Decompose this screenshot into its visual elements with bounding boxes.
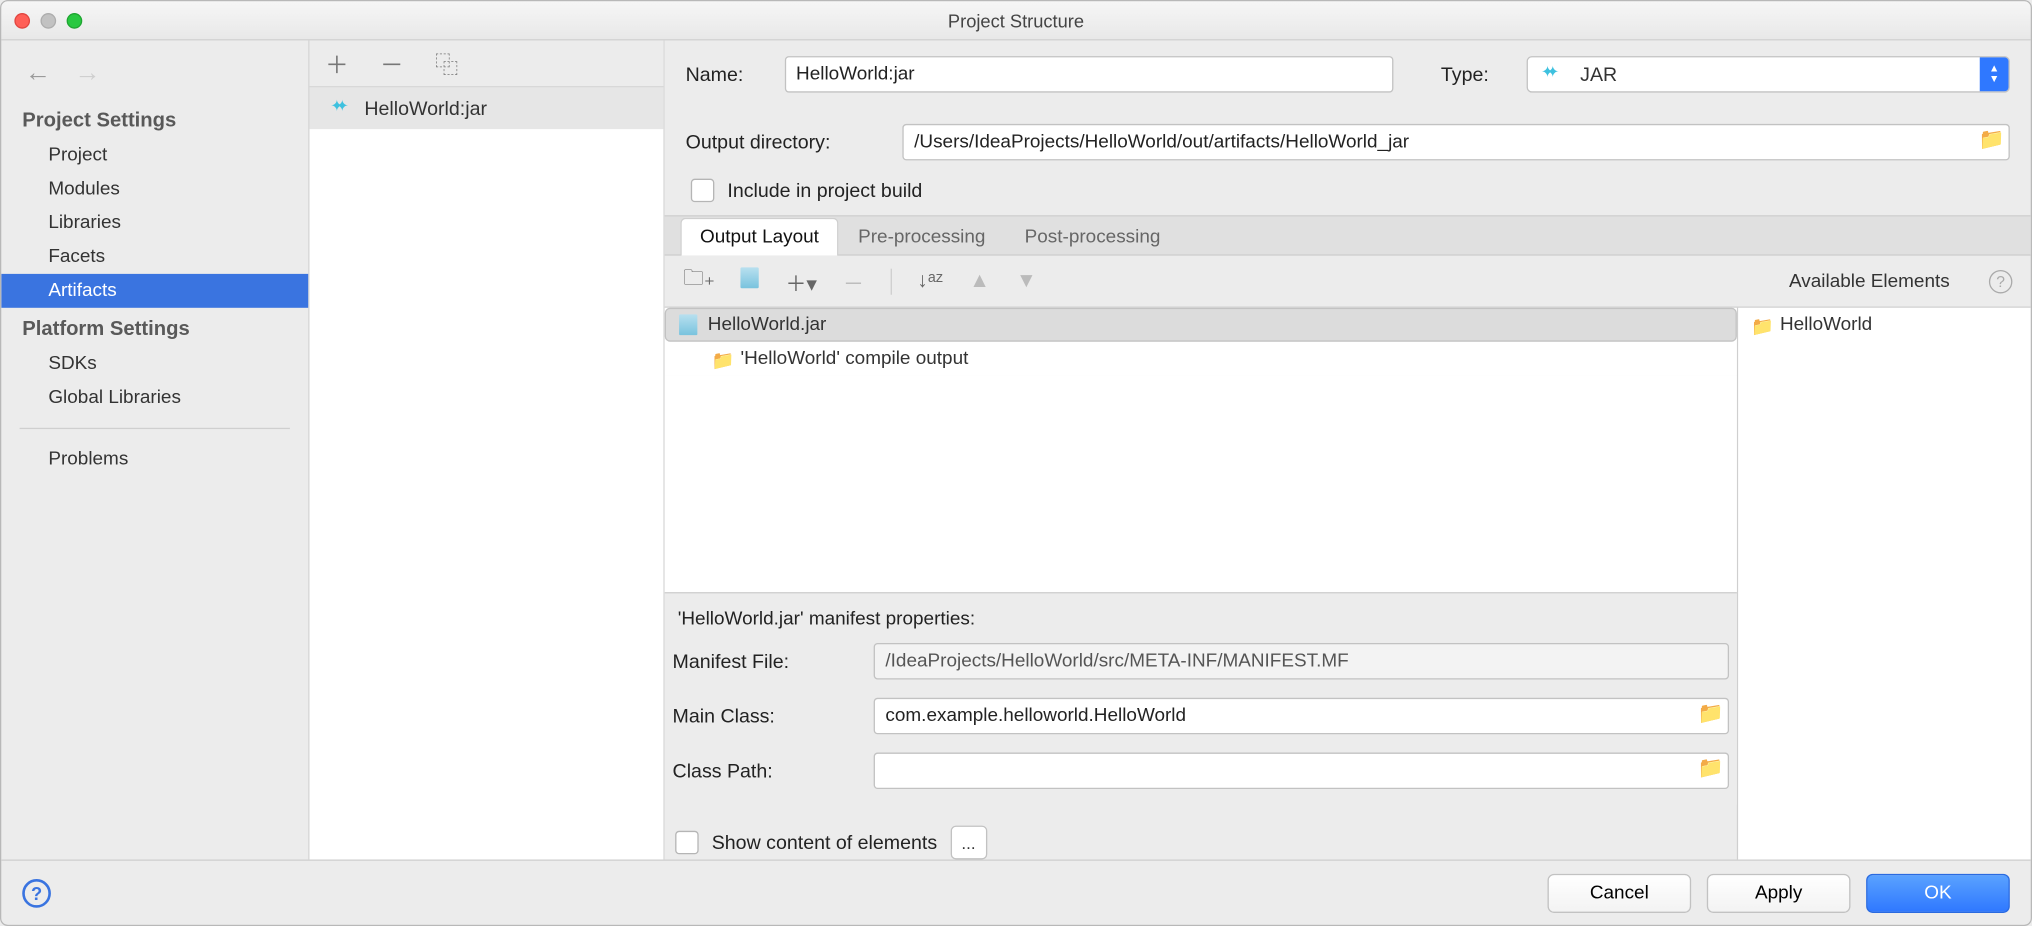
available-elements-label: Available Elements: [1789, 271, 1950, 292]
artifact-list-item-label: HelloWorld:jar: [364, 97, 487, 119]
maximize-window-icon[interactable]: [67, 12, 83, 28]
manifest-file-input[interactable]: [874, 643, 1729, 680]
show-content-label: Show content of elements: [712, 831, 937, 853]
tab-post-processing[interactable]: Post-processing: [1005, 218, 1180, 256]
type-value: JAR: [1580, 63, 1617, 85]
class-path-label: Class Path:: [673, 760, 856, 782]
browse-class-path-icon[interactable]: 📁: [1692, 753, 1729, 784]
artifact-detail-panel: Name: Type: JAR ▲▼ Output directory: 📁: [665, 40, 2031, 859]
show-content-more-button[interactable]: ...: [950, 826, 987, 860]
type-label: Type:: [1441, 63, 1506, 85]
tab-pre-processing[interactable]: Pre-processing: [839, 218, 1006, 256]
remove-item-icon: －: [843, 265, 864, 296]
move-down-icon: ▼: [1016, 269, 1037, 292]
new-folder-icon[interactable]: 🗀₊: [683, 263, 715, 298]
artifact-list-toolbar: ＋ － ⿻: [310, 40, 664, 87]
available-element-label: HelloWorld: [1780, 314, 1872, 335]
apply-button[interactable]: Apply: [1707, 873, 1851, 912]
output-dir-label: Output directory:: [686, 131, 882, 153]
new-archive-icon[interactable]: [741, 267, 759, 294]
module-icon: 📁: [1751, 316, 1769, 334]
main-class-input[interactable]: [874, 698, 1729, 735]
jar-type-icon: [1541, 64, 1562, 85]
window-controls: [14, 12, 82, 28]
output-tree-child[interactable]: 📁 'HelloWorld' compile output: [665, 342, 1737, 376]
section-project-settings: Project Settings: [1, 99, 308, 138]
available-help-icon[interactable]: ?: [1989, 269, 2013, 292]
window-title: Project Structure: [1, 10, 2030, 31]
manifest-panel: 'HelloWorld.jar' manifest properties: Ma…: [665, 592, 1737, 805]
type-select[interactable]: JAR ▲▼: [1527, 56, 2010, 93]
sidebar-item-global-libraries[interactable]: Global Libraries: [1, 381, 308, 415]
show-content-checkbox[interactable]: [675, 831, 699, 854]
manifest-file-label: Manifest File:: [673, 650, 856, 672]
sidebar-item-facets[interactable]: Facets: [1, 240, 308, 274]
remove-artifact-icon[interactable]: －: [380, 46, 404, 80]
forward-icon: →: [74, 59, 100, 89]
project-structure-window: Project Structure ← → Project Settings P…: [0, 0, 2032, 926]
browse-main-class-icon[interactable]: 📁: [1692, 698, 1729, 729]
artifact-tabs: Output Layout Pre-processing Post-proces…: [665, 215, 2031, 255]
toolbar-separator: [890, 268, 891, 294]
tab-output-layout[interactable]: Output Layout: [680, 218, 838, 256]
add-copy-icon[interactable]: ＋▾: [785, 265, 816, 296]
dropdown-arrows-icon: ▲▼: [1980, 57, 2009, 91]
artifact-list-item[interactable]: HelloWorld:jar: [310, 87, 664, 129]
output-layout-toolbar: 🗀₊ ＋▾ － ↓ᵃᶻ ▲ ▼ Available Elements ?: [665, 256, 2031, 308]
name-input[interactable]: [784, 56, 1394, 93]
back-icon[interactable]: ←: [25, 59, 51, 89]
category-sidebar: ← → Project Settings Project Modules Lib…: [1, 40, 309, 859]
sidebar-separator: [20, 428, 290, 429]
ok-button[interactable]: OK: [1866, 873, 2010, 912]
artifact-icon: [330, 98, 351, 119]
manifest-title: 'HelloWorld.jar' manifest properties:: [673, 609, 1729, 643]
module-output-icon: 📁: [712, 350, 730, 368]
available-elements-panel: 📁 HelloWorld: [1738, 308, 2031, 860]
titlebar[interactable]: Project Structure: [1, 1, 2030, 40]
output-tree-child-label: 'HelloWorld' compile output: [740, 348, 968, 369]
include-in-build-checkbox[interactable]: [691, 179, 715, 202]
output-dir-input[interactable]: [902, 124, 2009, 161]
output-tree-root[interactable]: HelloWorld.jar: [665, 308, 1737, 342]
help-button[interactable]: ?: [22, 878, 51, 907]
main-class-label: Main Class:: [673, 705, 856, 727]
name-label: Name:: [686, 63, 764, 85]
include-in-build-label: Include in project build: [727, 179, 922, 201]
output-tree-root-label: HelloWorld.jar: [708, 314, 827, 335]
jar-file-icon: [679, 314, 697, 335]
minimize-window-icon: [40, 12, 56, 28]
browse-output-dir-icon[interactable]: 📁: [1973, 124, 2010, 155]
class-path-input[interactable]: [874, 753, 1729, 790]
add-artifact-icon[interactable]: ＋: [325, 46, 349, 80]
move-up-icon: ▲: [969, 269, 990, 292]
sidebar-item-modules[interactable]: Modules: [1, 172, 308, 206]
close-window-icon[interactable]: [14, 12, 30, 28]
sort-icon[interactable]: ↓ᵃᶻ: [917, 269, 943, 292]
copy-artifact-icon[interactable]: ⿻: [435, 46, 459, 80]
sidebar-item-libraries[interactable]: Libraries: [1, 206, 308, 240]
artifact-list-panel: ＋ － ⿻ HelloWorld:jar: [310, 40, 665, 859]
available-element-item[interactable]: 📁 HelloWorld: [1738, 308, 2031, 342]
sidebar-item-problems[interactable]: Problems: [1, 442, 308, 476]
sidebar-item-artifacts[interactable]: Artifacts: [1, 274, 308, 308]
dialog-footer: ? Cancel Apply OK: [1, 859, 2030, 924]
cancel-button[interactable]: Cancel: [1548, 873, 1692, 912]
sidebar-item-project[interactable]: Project: [1, 138, 308, 172]
section-platform-settings: Platform Settings: [1, 308, 308, 347]
sidebar-item-sdks[interactable]: SDKs: [1, 347, 308, 381]
